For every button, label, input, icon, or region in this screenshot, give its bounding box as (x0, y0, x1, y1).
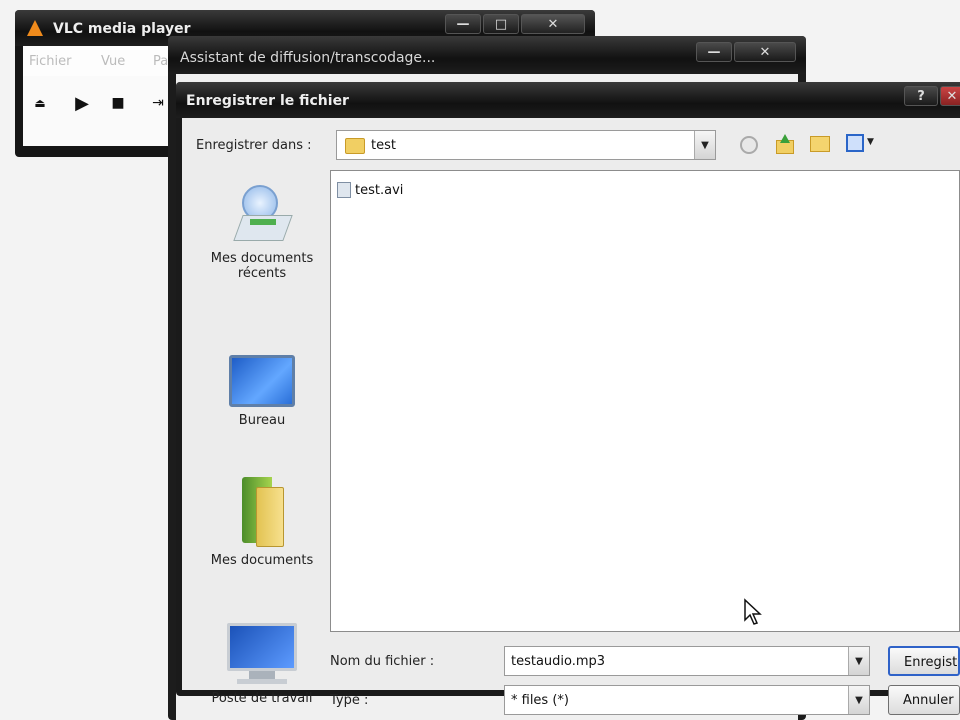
back-icon[interactable] (740, 136, 758, 154)
file-name: test.avi (355, 182, 404, 198)
type-value: * files (*) (511, 693, 569, 708)
save-dialog-body: Enregistrer dans : test ▼ ▼ Mes document… (182, 118, 960, 715)
filename-label: Nom du fichier : (330, 654, 435, 669)
save-dialog-close-button[interactable]: ✕ (940, 86, 960, 106)
save-in-value: test (371, 138, 396, 153)
folder-icon (345, 138, 365, 154)
my-computer-icon (227, 623, 297, 685)
place-label: Mes documents (210, 553, 314, 568)
assistant-close-button[interactable]: ✕ (734, 42, 796, 62)
video-file-icon (337, 182, 351, 198)
menu-vue[interactable]: Vue (101, 54, 125, 69)
place-my-computer[interactable]: Poste de travail (196, 623, 328, 706)
filename-input[interactable]: testaudio.mp3 ▼ (504, 646, 870, 676)
type-select[interactable]: * files (*) ▼ (504, 685, 870, 715)
chevron-down-icon[interactable]: ▼ (848, 686, 869, 714)
save-in-label: Enregistrer dans : (196, 138, 312, 153)
vlc-maximize-button[interactable]: □ (483, 14, 519, 34)
vlc-title: VLC media player (53, 21, 191, 37)
cancel-button[interactable]: Annuler (888, 685, 960, 715)
save-dialog-title: Enregistrer le fichier (186, 93, 349, 109)
play-icon[interactable]: ▶ (71, 92, 93, 114)
next-icon[interactable]: ⇥ (147, 92, 169, 114)
place-label: Mes documents récents (210, 251, 314, 281)
stop-icon[interactable]: ■ (107, 92, 129, 114)
filename-value: testaudio.mp3 (511, 654, 606, 669)
place-my-documents[interactable]: Mes documents (196, 477, 328, 568)
assistant-titlebar: Assistant de diffusion/transcodage... — … (168, 36, 806, 74)
assistant-minimize-button[interactable]: — (696, 42, 732, 62)
vlc-cone-icon (27, 20, 43, 36)
vlc-minimize-button[interactable]: — (445, 14, 481, 34)
file-list[interactable]: test.avi (330, 170, 960, 632)
mouse-cursor-icon (744, 598, 762, 625)
places-bar: Mes documents récents Bureau Mes documen… (196, 175, 328, 706)
menu-fichier[interactable]: Fichier (29, 54, 72, 69)
desktop-icon (229, 355, 295, 407)
save-dialog-titlebar: Enregistrer le fichier ? ✕ (176, 82, 960, 118)
save-button[interactable]: Enregistrer (888, 646, 960, 676)
type-label: Type : (330, 693, 369, 708)
place-desktop[interactable]: Bureau (196, 355, 328, 428)
eject-icon[interactable]: ⏏ (29, 92, 51, 114)
assistant-title: Assistant de diffusion/transcodage... (180, 50, 436, 66)
view-menu-icon[interactable]: ▼ (846, 134, 876, 154)
help-button[interactable]: ? (904, 86, 938, 106)
save-in-combo[interactable]: test ▼ (336, 130, 716, 160)
up-folder-icon[interactable] (774, 134, 794, 154)
vlc-close-button[interactable]: ✕ (521, 14, 585, 34)
list-item[interactable]: test.avi (337, 181, 403, 199)
save-dialog: Enregistrer le fichier ? ✕ Enregistrer d… (176, 82, 960, 715)
place-recent-documents[interactable]: Mes documents récents (196, 185, 328, 281)
my-documents-icon (238, 477, 286, 547)
recent-documents-icon (233, 185, 293, 245)
place-label: Bureau (238, 413, 286, 428)
chevron-down-icon[interactable]: ▼ (848, 647, 869, 675)
chevron-down-icon[interactable]: ▼ (694, 131, 715, 159)
place-label: Poste de travail (211, 691, 313, 706)
new-folder-icon[interactable] (810, 136, 830, 152)
